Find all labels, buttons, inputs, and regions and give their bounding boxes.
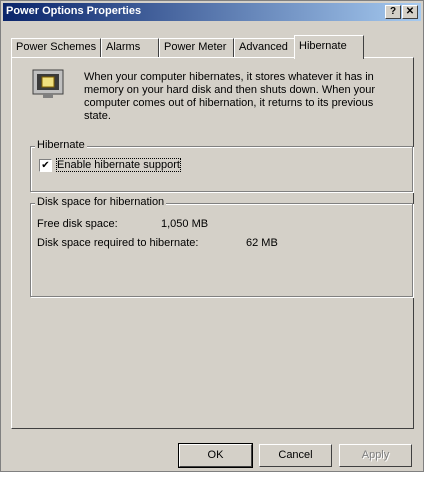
enable-hibernate-checkbox[interactable]: ✔ [39,159,52,172]
power-options-window: Power Options Properties ? ✕ Power Schem… [0,0,424,472]
tab-power-schemes[interactable]: Power Schemes [11,38,101,57]
hibernate-tab-panel: When your computer hibernates, it stores… [11,57,414,429]
tab-hibernate[interactable]: Hibernate [294,35,364,59]
hibernate-description: When your computer hibernates, it stores… [84,71,376,122]
cancel-button[interactable]: Cancel [259,444,332,467]
required-disk-space-value: 62 MB [246,237,278,249]
computer-hibernate-icon [31,68,65,100]
hibernate-group: Hibernate ✔ Enable hibernate support [30,139,413,192]
close-button[interactable]: ✕ [402,5,418,19]
hibernate-group-label: Hibernate [35,139,87,151]
enable-hibernate-label[interactable]: Enable hibernate support [56,158,181,172]
free-disk-space-label: Free disk space: [37,218,118,230]
disk-space-group-label: Disk space for hibernation [35,196,167,208]
disk-space-group: Disk space for hibernation Free disk spa… [30,196,413,297]
title-bar[interactable]: Power Options Properties ? ✕ [3,3,421,21]
ok-button[interactable]: OK [178,443,253,468]
apply-button[interactable]: Apply [339,444,412,467]
free-disk-space-value: 1,050 MB [161,218,209,230]
window-title: Power Options Properties [6,5,142,17]
help-button[interactable]: ? [385,5,401,19]
tab-power-meter[interactable]: Power Meter [159,38,234,57]
required-disk-space-label: Disk space required to hibernate: [37,237,199,249]
tab-advanced[interactable]: Advanced [234,38,296,57]
tab-alarms[interactable]: Alarms [101,38,159,57]
